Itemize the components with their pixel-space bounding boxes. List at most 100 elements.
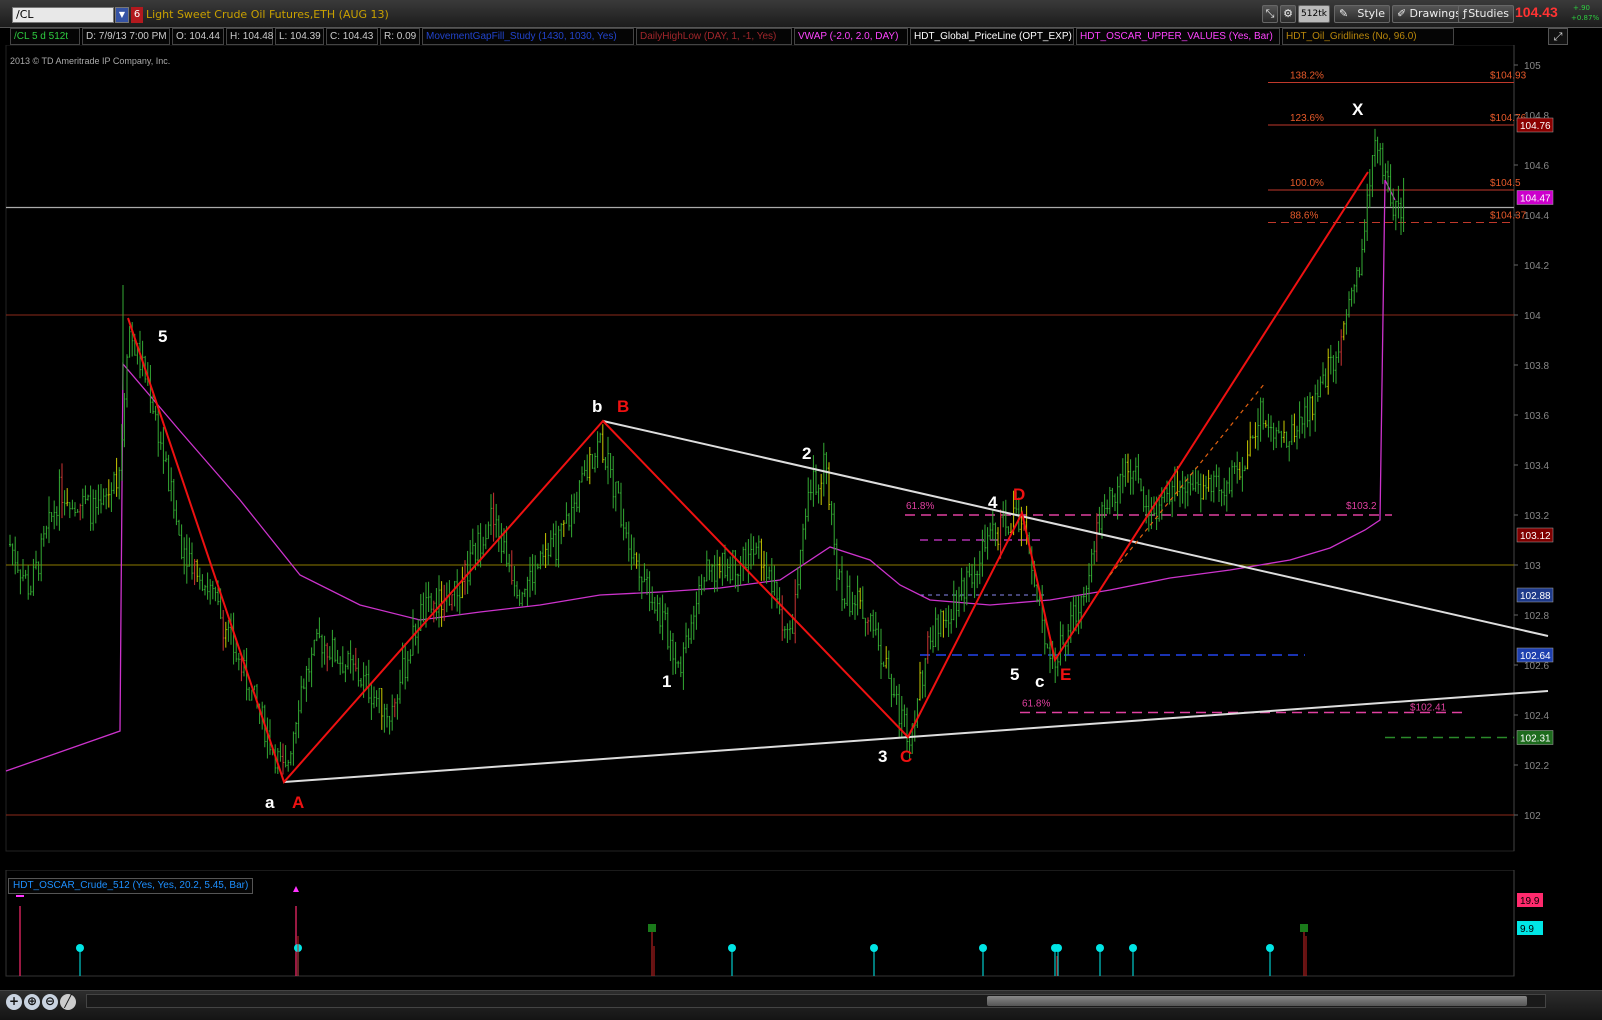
- link-group-badge[interactable]: 6: [131, 7, 143, 23]
- retrace-price-0: $103.2: [1346, 501, 1377, 512]
- bottom-toolbar: + ⊕ ⊖ ╱: [0, 990, 1602, 1020]
- wave-label-6: 4: [988, 493, 998, 512]
- price-tick-15: 102: [1524, 811, 1541, 822]
- plot-frame: [5, 45, 1515, 852]
- price-tick-8: 103.4: [1524, 461, 1549, 472]
- symbol-input[interactable]: /CL: [12, 7, 114, 23]
- scrollbar-thumb[interactable]: [987, 996, 1527, 1006]
- retrace-price-1: $102.41: [1410, 703, 1447, 714]
- fib-pct-1: 123.6%: [1290, 113, 1324, 124]
- lower-badge-text-0: 19.9: [1520, 896, 1540, 907]
- last-price: 104.43: [1515, 4, 1558, 20]
- top-toolbar: /CL ▼ 6 Light Sweet Crude Oil Futures,ET…: [0, 0, 1602, 28]
- study-label-2[interactable]: O: 104.44: [172, 28, 224, 45]
- signal-dot-12: [1266, 944, 1274, 952]
- drawings-label: Drawings: [1409, 7, 1461, 20]
- time-scrollbar[interactable]: [86, 994, 1546, 1008]
- trendline-lower: [283, 690, 1549, 783]
- wave-label-9: X: [1352, 100, 1364, 119]
- studies-menu-button[interactable]: ƒ Studies: [1458, 5, 1514, 23]
- signal-dot-11: [1129, 944, 1137, 952]
- price-tick-0: 105: [1524, 61, 1541, 72]
- study-label-bar: /CL 5 d 512t D: 7/9/13 7:00 PM O: 104.44 H:…: [8, 28, 1548, 45]
- wave-label-2: b: [592, 397, 602, 416]
- price-tick-4: 104.2: [1524, 261, 1549, 272]
- axis-badge-text-0: 104.76: [1520, 121, 1551, 132]
- study-label-10[interactable]: HDT_Global_PriceLine (OPT_EXP): [910, 28, 1074, 45]
- fib-price-0: $104.93: [1490, 71, 1527, 82]
- study-label-9[interactable]: VWAP (-2.0, 2.0, DAY): [794, 28, 908, 45]
- price-chart[interactable]: 105104.8104.6104.4104.2104103.8103.6103.…: [0, 45, 1602, 870]
- wave-label-red-0: A: [292, 793, 304, 812]
- change-percent: +0.87%: [1571, 14, 1600, 22]
- change-absolute: +.90: [1573, 4, 1590, 12]
- aggregation-badge[interactable]: 512tk: [1298, 5, 1330, 23]
- fib-pct-3: 88.6%: [1290, 211, 1318, 222]
- study-label-5[interactable]: C: 104.43: [326, 28, 378, 45]
- wave-label-3: 1: [662, 672, 671, 691]
- signal-dot-9: [1054, 944, 1062, 952]
- drawing-tool-icon[interactable]: ╱: [60, 994, 76, 1010]
- zoom-in-icon[interactable]: ⊕: [24, 994, 40, 1010]
- axis-badge-text-2: 103.12: [1520, 531, 1551, 542]
- price-tick-10: 103: [1524, 561, 1541, 572]
- wave-label-0: 5: [158, 327, 167, 346]
- pan-icon[interactable]: +: [6, 994, 22, 1010]
- wave-zigzag: [127, 171, 1369, 784]
- wave-label-1: a: [265, 793, 275, 812]
- price-tick-2: 104.6: [1524, 161, 1549, 172]
- chart-expand-icon[interactable]: ⤢: [1548, 28, 1568, 45]
- drawings-menu-button[interactable]: ✐ Drawings: [1392, 5, 1466, 23]
- axis-badge-text-5: 102.31: [1520, 734, 1551, 745]
- lower-study-label[interactable]: HDT_OSCAR_Crude_512 (Yes, Yes, 20.2, 5.4…: [8, 878, 254, 894]
- study-label-0[interactable]: /CL 5 d 512t: [10, 28, 80, 45]
- fib-price-3: $104.37: [1490, 211, 1527, 222]
- fib-pct-2: 100.0%: [1290, 178, 1324, 189]
- signal-dot-7: [979, 944, 987, 952]
- studies-label: Studies: [1468, 7, 1509, 20]
- fib-pct-0: 138.2%: [1290, 71, 1324, 82]
- vwap-line: [5, 179, 1396, 772]
- price-tick-9: 103.2: [1524, 511, 1549, 522]
- retrace-pct-0: 61.8%: [906, 501, 934, 512]
- study-label-11[interactable]: HDT_OSCAR_UPPER_VALUES (Yes, Bar): [1076, 28, 1280, 45]
- price-tick-11: 102.8: [1524, 611, 1549, 622]
- crosshair-icon[interactable]: ⤡: [1262, 5, 1278, 23]
- study-label-7[interactable]: MovementGapFill_Study (1430, 1030, Yes): [422, 28, 634, 45]
- axis-badge-text-3: 102.88: [1520, 591, 1551, 602]
- study-label-3[interactable]: H: 104.48: [226, 28, 273, 45]
- chart-title: Light Sweet Crude Oil Futures,ETH (AUG 1…: [146, 8, 389, 21]
- wave-label-4: 2: [802, 444, 811, 463]
- signal-dot-10: [1096, 944, 1104, 952]
- lower-badge-text-1: 9.9: [1520, 924, 1534, 935]
- wave-label-red-4: E: [1060, 665, 1071, 684]
- price-tick-12: 102.6: [1524, 661, 1549, 672]
- signal-dot-1: [76, 944, 84, 952]
- symbol-dropdown-button[interactable]: ▼: [115, 7, 129, 23]
- style-icon: ✎: [1339, 7, 1349, 20]
- study-label-4[interactable]: L: 104.39: [275, 28, 324, 45]
- fib-price-2: $104.5: [1490, 178, 1521, 189]
- study-label-8[interactable]: DailyHighLow (DAY, 1, -1, Yes): [636, 28, 792, 45]
- price-tick-3: 104.4: [1524, 211, 1549, 222]
- signal-dot-5: [728, 944, 736, 952]
- settings-icon[interactable]: ⚙: [1280, 5, 1296, 23]
- price-tick-6: 103.8: [1524, 361, 1549, 372]
- price-tick-13: 102.4: [1524, 711, 1549, 722]
- zoom-out-icon[interactable]: ⊖: [42, 994, 58, 1010]
- wave-label-red-3: D: [1013, 485, 1025, 504]
- wave-label-7: 5: [1010, 665, 1019, 684]
- price-tick-5: 104: [1524, 311, 1541, 322]
- price-tick-7: 103.6: [1524, 411, 1549, 422]
- retrace-pct-1: 61.8%: [1022, 699, 1050, 710]
- style-label: Style: [1357, 7, 1385, 20]
- study-label-1[interactable]: D: 7/9/13 7:00 PM: [82, 28, 170, 45]
- signal-square-13: [1300, 924, 1308, 932]
- price-tick-14: 102.2: [1524, 761, 1549, 772]
- study-label-12[interactable]: HDT_Oil_Gridlines (No, 96.0): [1282, 28, 1454, 45]
- style-menu-button[interactable]: ✎ Style: [1334, 5, 1390, 23]
- pencil-icon: ✐: [1397, 7, 1407, 20]
- signal-square-4: [648, 924, 656, 932]
- wave-label-8: c: [1035, 672, 1044, 691]
- study-label-6[interactable]: R: 0.09: [380, 28, 420, 45]
